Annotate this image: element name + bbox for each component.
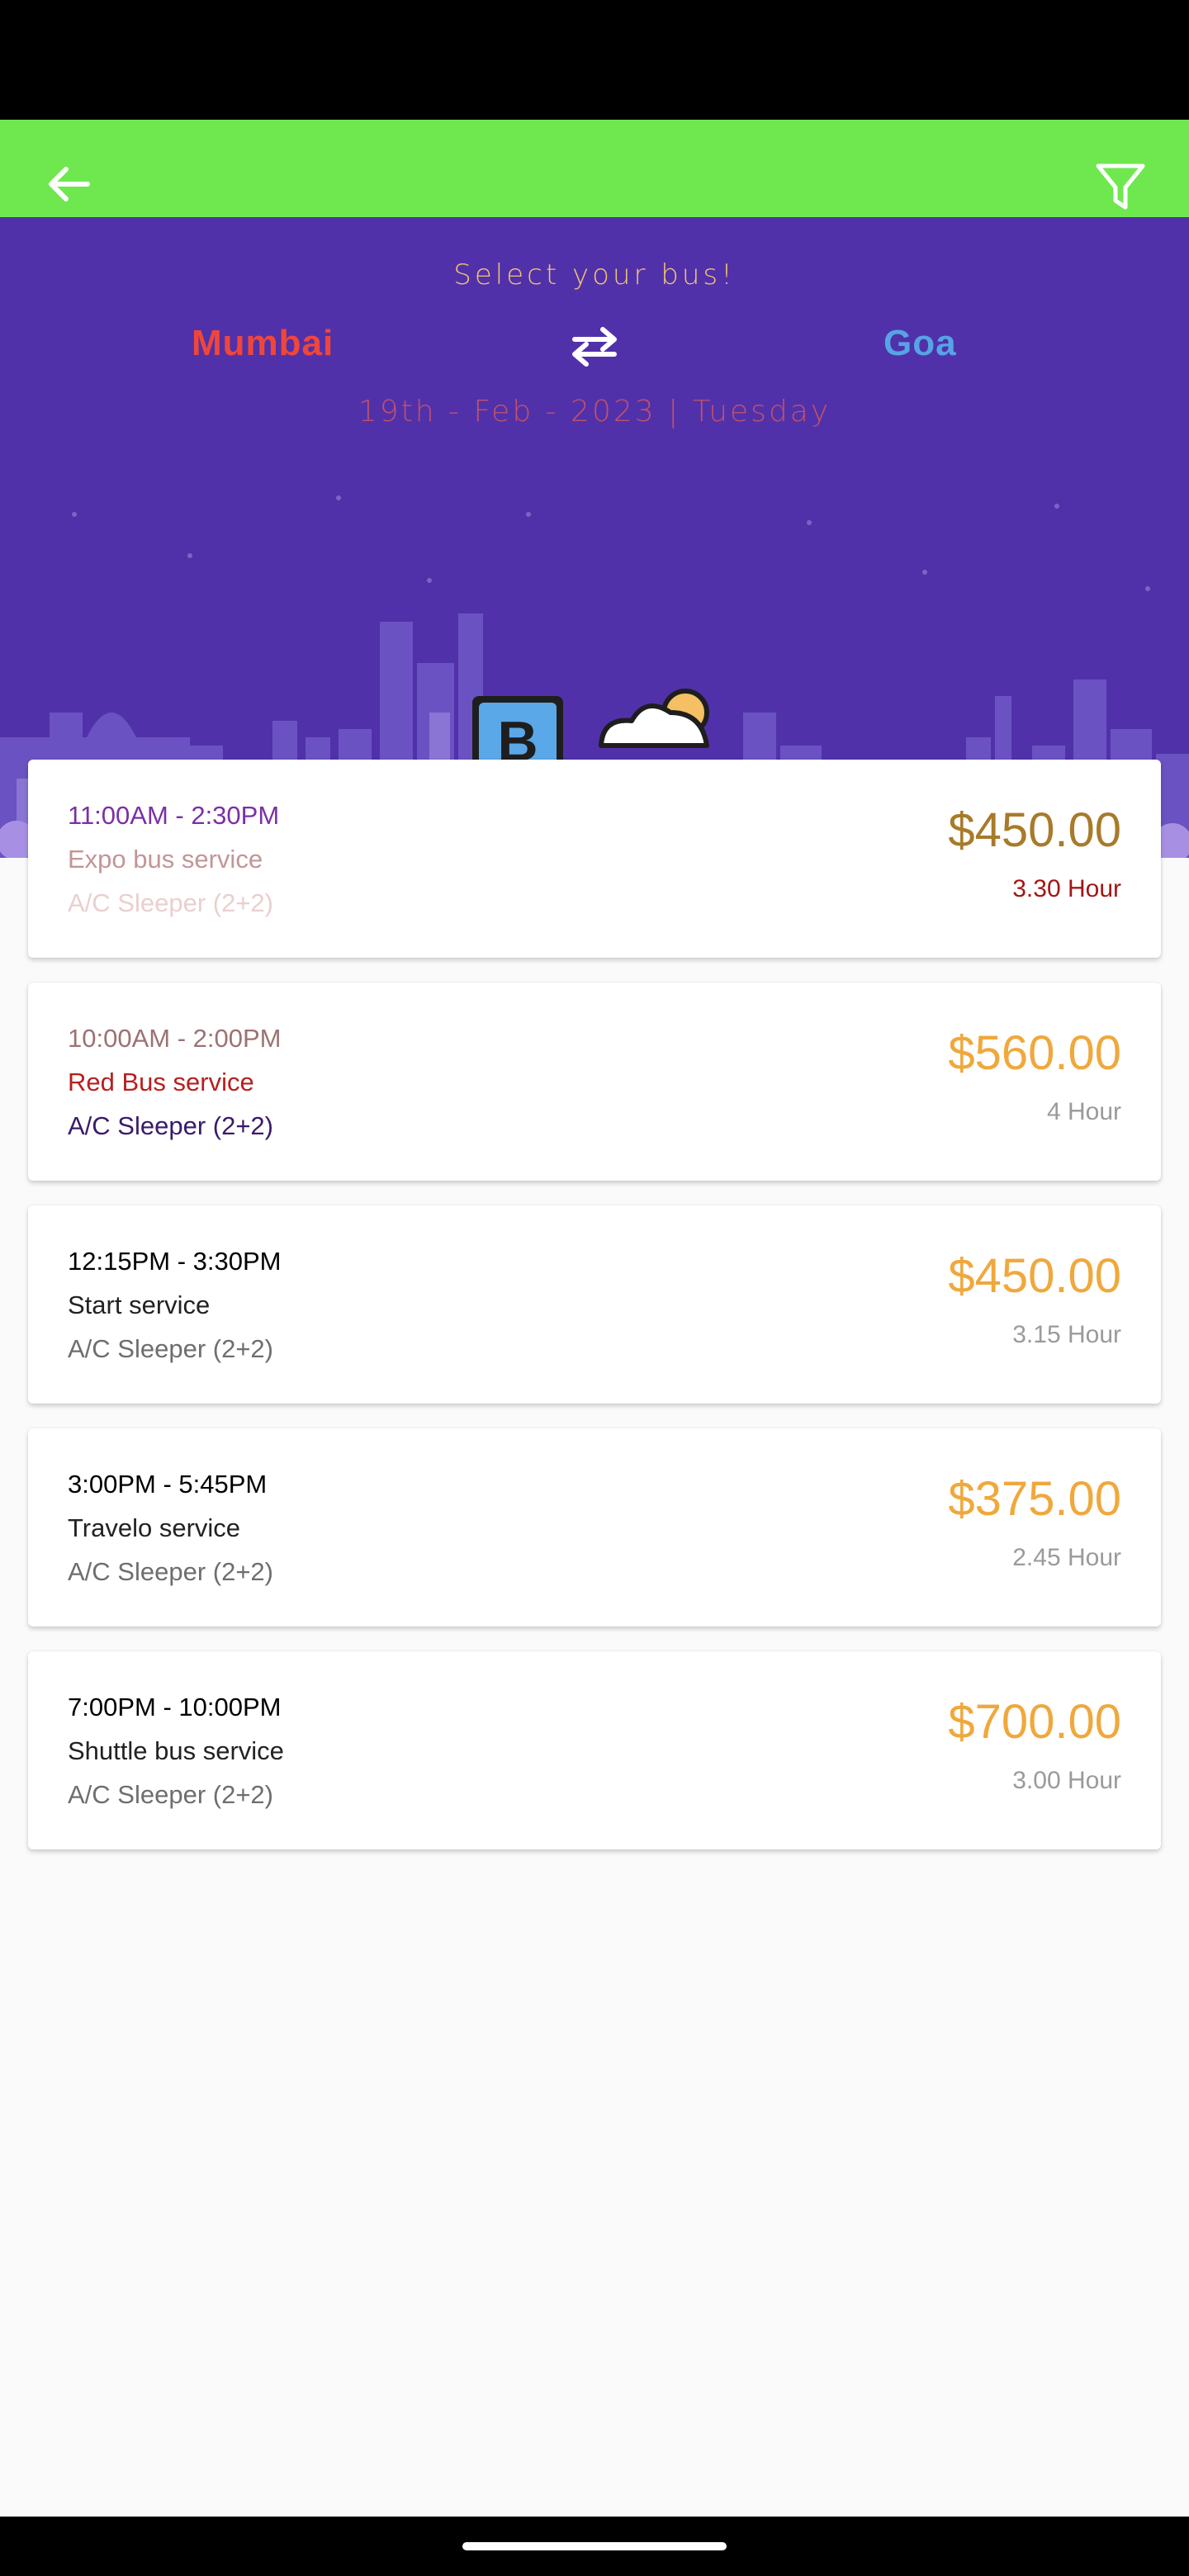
origin-city[interactable]: Mumbai — [192, 323, 334, 364]
bus-card[interactable]: 3:00PM - 5:45PM Travelo service A/C Slee… — [28, 1428, 1161, 1627]
bus-duration: 2.45 Hour — [1012, 1544, 1121, 1571]
bus-card[interactable]: 10:00AM - 2:00PM Red Bus service A/C Sle… — [28, 983, 1161, 1181]
destination-city[interactable]: Goa — [883, 323, 957, 364]
bus-operator: Shuttle bus service — [68, 1736, 284, 1765]
bus-seat-type: A/C Sleeper (2+2) — [68, 1780, 273, 1809]
bus-seat-type: A/C Sleeper (2+2) — [68, 1334, 273, 1363]
top-app-bar — [0, 120, 1189, 217]
bus-price: $450.00 — [948, 803, 1121, 857]
bus-time: 3:00PM - 5:45PM — [68, 1470, 268, 1499]
bus-operator: Expo bus service — [68, 845, 263, 874]
travel-date[interactable]: 19th - Feb - 2023 | Tuesday — [0, 395, 1189, 429]
bus-price: $560.00 — [948, 1026, 1121, 1080]
page-subtitle: Select your bus! — [453, 258, 736, 291]
bus-operator: Red Bus service — [68, 1068, 254, 1096]
bus-duration: 3.30 Hour — [1012, 875, 1121, 902]
status-bar — [0, 0, 1189, 120]
back-arrow-icon[interactable] — [43, 159, 92, 209]
bus-duration: 4 Hour — [1046, 1098, 1121, 1125]
bus-price: $700.00 — [948, 1695, 1121, 1749]
bus-seat-type: A/C Sleeper (2+2) — [68, 1111, 273, 1140]
bus-price: $450.00 — [948, 1249, 1121, 1303]
bus-results-list: 11:00AM - 2:30PM Expo bus service A/C Sl… — [28, 760, 1161, 1874]
bus-operator: Travelo service — [68, 1513, 241, 1542]
filter-icon[interactable] — [1095, 163, 1146, 211]
swap-icon[interactable] — [568, 324, 621, 367]
bus-time: 12:15PM - 3:30PM — [68, 1247, 282, 1276]
bus-time: 10:00AM - 2:00PM — [68, 1024, 282, 1053]
bus-seat-type: A/C Sleeper (2+2) — [68, 1557, 273, 1586]
bus-seat-type: A/C Sleeper (2+2) — [68, 888, 273, 917]
bus-duration: 3.00 Hour — [1012, 1767, 1121, 1794]
bus-time: 7:00PM - 10:00PM — [68, 1693, 282, 1721]
bus-price: $375.00 — [948, 1472, 1121, 1526]
home-gesture-handle[interactable] — [462, 2542, 727, 2550]
bus-operator: Start service — [68, 1290, 211, 1319]
bus-card[interactable]: 7:00PM - 10:00PM Shuttle bus service A/C… — [28, 1651, 1161, 1849]
bus-card[interactable]: 12:15PM - 3:30PM Start service A/C Sleep… — [28, 1205, 1161, 1404]
bus-duration: 3.15 Hour — [1012, 1321, 1121, 1348]
bus-time: 11:00AM - 2:30PM — [68, 801, 280, 830]
bus-card[interactable]: 11:00AM - 2:30PM Expo bus service A/C Sl… — [28, 760, 1161, 958]
system-navigation-bar — [0, 2517, 1189, 2576]
